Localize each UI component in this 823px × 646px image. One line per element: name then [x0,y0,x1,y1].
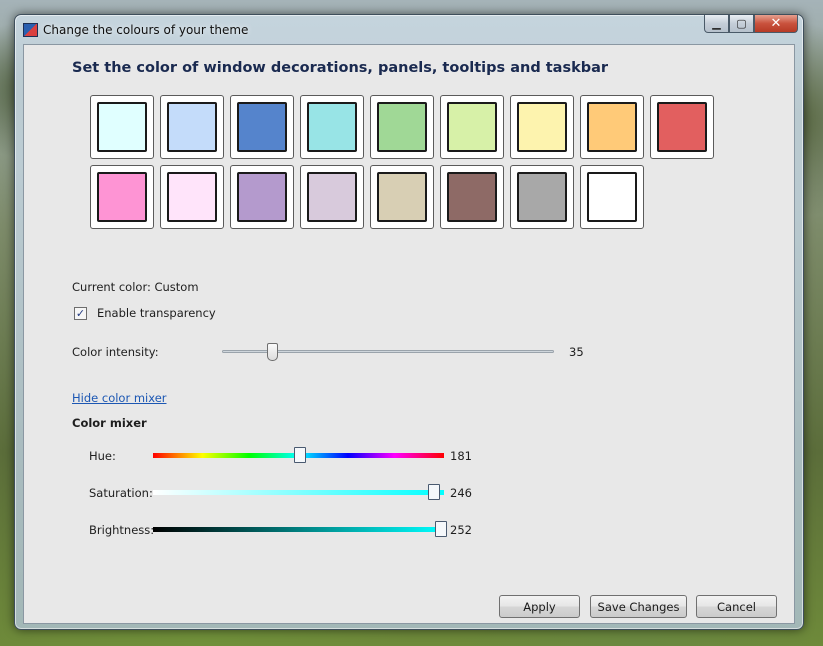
swatch-sea[interactable] [230,95,294,159]
minimize-icon: ▁ [712,17,721,30]
swatch-color [167,102,217,152]
dialog-content: Set the color of window decorations, pan… [23,44,795,624]
swatch-ruby[interactable] [650,95,714,159]
transparency-label: Enable transparency [97,306,216,320]
swatch-color [377,172,427,222]
swatch-taupe[interactable] [370,165,434,229]
dialog-window: Change the colours of your theme ▁ ▢ ✕ S… [14,14,804,630]
swatch-fuchsia[interactable] [90,165,154,229]
brightness-value: 252 [450,523,472,537]
swatch-color [307,172,357,222]
swatch-twilight[interactable] [160,95,224,159]
checkmark-icon: ✓ [75,306,86,320]
transparency-checkbox[interactable]: ✓ [74,306,87,320]
page-heading: Set the color of window decorations, pan… [72,60,609,76]
hue-slider[interactable] [153,447,444,463]
swatch-slate[interactable] [510,165,574,229]
swatch-frost[interactable] [580,165,644,229]
swatch-pumpkin[interactable] [580,95,644,159]
hue-label: Hue: [89,449,116,463]
saturation-value: 246 [450,486,472,500]
swatch-color [447,172,497,222]
maximize-button[interactable]: ▢ [729,15,754,33]
swatch-color [587,102,637,152]
intensity-label: Color intensity: [72,345,159,359]
swatch-color [237,172,287,222]
swatch-violet[interactable] [230,165,294,229]
hue-value: 181 [450,449,472,463]
brightness-label: Brightness: [89,523,155,537]
close-button[interactable]: ✕ [754,15,798,33]
cancel-button[interactable]: Cancel [696,595,777,618]
color-mixer-title: Color mixer [72,416,147,430]
hide-color-mixer-link[interactable]: Hide color mixer [72,391,167,405]
swatch-color [587,172,637,222]
color-swatch-grid [90,95,720,229]
window-controls: ▁ ▢ ✕ [704,15,798,33]
swatch-lime[interactable] [370,95,434,159]
swatch-color [167,172,217,222]
swatch-lavender[interactable] [300,165,364,229]
saturation-label: Saturation: [89,486,153,500]
intensity-slider[interactable] [222,343,554,361]
swatch-sky[interactable] [90,95,154,159]
brightness-slider-thumb[interactable] [434,521,447,537]
swatch-color [657,102,707,152]
current-color-text: Current color: Custom [72,280,199,294]
transparency-row[interactable]: ✓ Enable transparency [74,306,216,320]
swatch-color [307,102,357,152]
swatch-color [447,102,497,152]
intensity-value: 35 [569,345,584,359]
app-icon [23,23,38,37]
swatch-color [517,172,567,222]
swatch-chocolate[interactable] [440,165,504,229]
swatch-lime-light[interactable] [440,95,504,159]
window-title: Change the colours of your theme [43,23,249,37]
intensity-slider-thumb[interactable] [266,343,278,361]
swatch-sun[interactable] [510,95,574,159]
title-bar[interactable]: Change the colours of your theme ▁ ▢ ✕ [15,15,803,45]
maximize-icon: ▢ [736,17,747,30]
saturation-slider-thumb[interactable] [427,484,440,500]
swatch-blush[interactable] [160,165,224,229]
swatch-color [97,172,147,222]
saturation-slider[interactable] [153,484,444,500]
swatch-color [517,102,567,152]
swatch-color [97,102,147,152]
hue-slider-thumb[interactable] [293,447,306,463]
brightness-slider[interactable] [153,521,447,537]
close-icon: ✕ [770,16,782,31]
swatch-leaf[interactable] [300,95,364,159]
save-changes-button[interactable]: Save Changes [590,595,687,618]
apply-button[interactable]: Apply [499,595,580,618]
swatch-color [237,102,287,152]
swatch-color [377,102,427,152]
minimize-button[interactable]: ▁ [704,15,729,33]
